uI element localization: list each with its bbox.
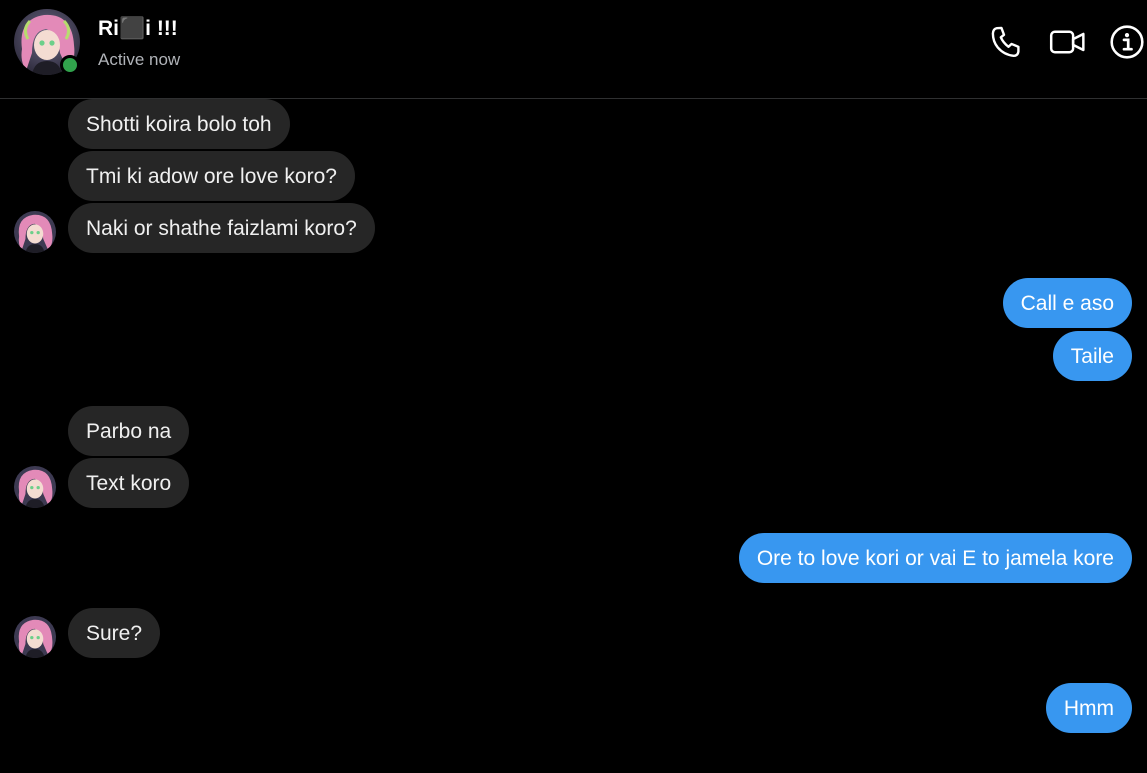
messenger-chat-window: Ri⬛i !!! Active now Shotti koira bolo to… <box>0 0 1147 773</box>
message-bubble-incoming[interactable]: Sure? <box>68 608 161 658</box>
chat-header: Ri⬛i !!! Active now <box>0 0 1147 99</box>
sender-avatar[interactable] <box>14 616 56 658</box>
message-bubble-outgoing[interactable]: Call e aso <box>1002 278 1132 328</box>
message-bubble-outgoing[interactable]: Taile <box>1052 331 1132 381</box>
conversation-info-button[interactable] <box>1107 22 1147 62</box>
online-status-dot <box>60 55 80 75</box>
message-bubble-incoming[interactable]: Parbo na <box>68 406 190 456</box>
video-camera-icon <box>1049 30 1085 54</box>
contact-status: Active now <box>98 50 181 69</box>
video-call-button[interactable] <box>1048 22 1088 62</box>
sender-avatar[interactable] <box>14 211 56 253</box>
contact-name[interactable]: Ri⬛i !!! <box>98 17 178 41</box>
message-bubble-incoming[interactable]: Text koro <box>68 458 190 508</box>
message-bubble-incoming[interactable]: Shotti koira bolo toh <box>68 99 290 149</box>
message-bubble-outgoing[interactable]: Ore to love kori or vai E to jamela kore <box>738 533 1132 583</box>
message-bubble-incoming[interactable]: Tmi ki adow ore love koro? <box>68 151 355 201</box>
info-icon <box>1110 25 1144 59</box>
sender-avatar[interactable] <box>14 466 56 508</box>
audio-call-button[interactable] <box>987 22 1027 62</box>
message-bubble-outgoing[interactable]: Hmm <box>1045 683 1132 733</box>
phone-icon <box>991 26 1020 57</box>
message-bubble-incoming[interactable]: Naki or shathe faizlami koro? <box>68 203 375 253</box>
